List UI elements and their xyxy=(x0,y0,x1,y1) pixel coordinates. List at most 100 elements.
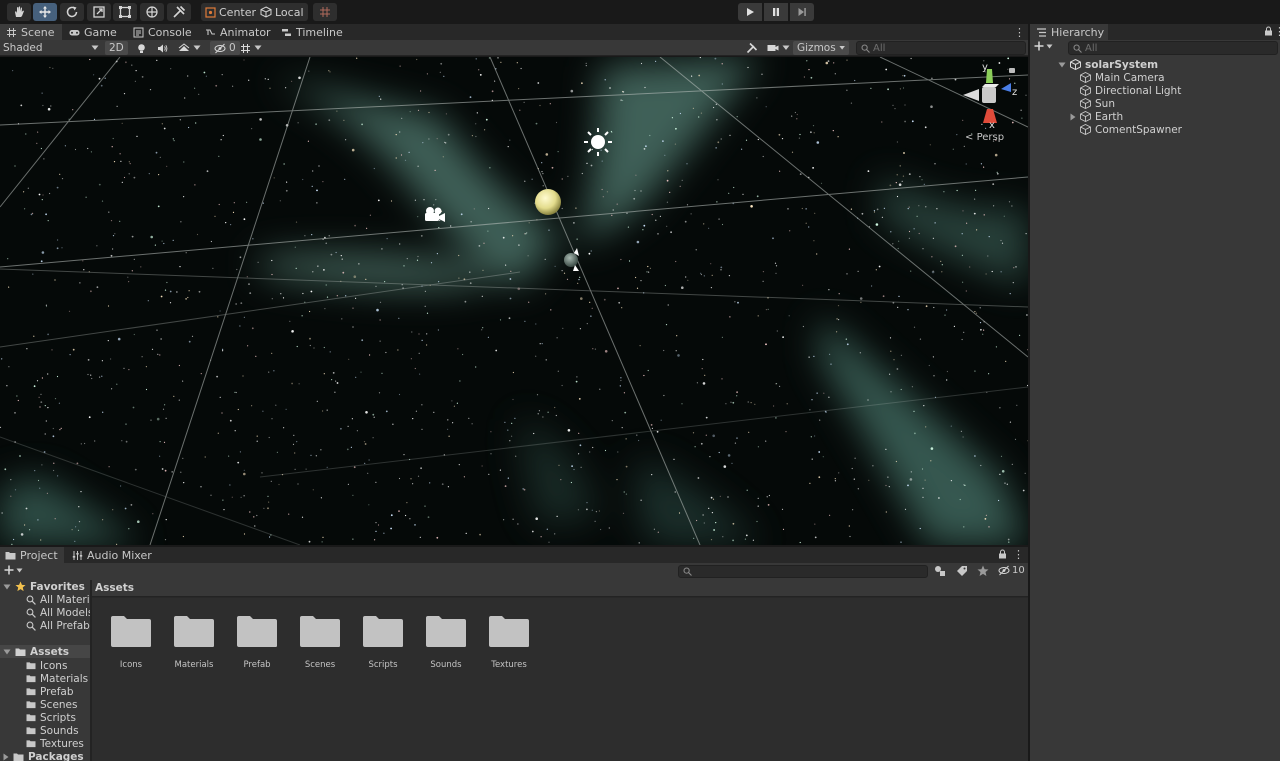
scene-root-row[interactable]: solarSystem xyxy=(1058,58,1158,71)
favorite-button[interactable] xyxy=(977,565,989,577)
hierarchy-item-label: Earth xyxy=(1095,110,1124,123)
project-search-input[interactable] xyxy=(678,565,928,578)
tab-game[interactable]: Game xyxy=(69,24,117,40)
star xyxy=(1007,57,1010,60)
audio-toggle[interactable] xyxy=(157,41,168,55)
star xyxy=(721,378,723,380)
asset-folder[interactable]: Icons xyxy=(108,614,154,670)
tab-console[interactable]: Console xyxy=(133,24,192,40)
star xyxy=(4,468,7,471)
asset-folder[interactable]: Textures xyxy=(486,614,532,670)
lighting-toggle[interactable] xyxy=(136,41,147,55)
transform-tool-button[interactable] xyxy=(140,3,164,21)
star xyxy=(624,411,627,414)
tab-scene[interactable]: Scene xyxy=(0,24,62,40)
star xyxy=(851,467,853,470)
folder-icon xyxy=(26,688,36,696)
custom-tool-button[interactable] xyxy=(167,3,191,21)
hierarchy-item-main-camera[interactable]: Main Camera xyxy=(1080,71,1165,84)
project-menu-button[interactable]: ⋮ xyxy=(1013,548,1024,561)
main-toolbar: Center Local xyxy=(0,0,1280,24)
hidden-packages-toggle[interactable]: 10 xyxy=(998,565,1025,576)
rotate-tool-button[interactable] xyxy=(60,3,84,21)
hierarchy-search-input[interactable]: All xyxy=(1068,41,1278,55)
star xyxy=(932,237,935,239)
tab-hierarchy[interactable]: Hierarchy xyxy=(1030,24,1108,40)
tree-favorites[interactable]: Favorites xyxy=(3,580,85,593)
tab-project[interactable]: Project xyxy=(0,547,64,563)
tab-audio-mixer[interactable]: Audio Mixer xyxy=(72,547,152,563)
play-button[interactable] xyxy=(738,3,762,21)
chevron-down-icon xyxy=(91,45,99,50)
grid-toggle[interactable] xyxy=(240,41,262,55)
pause-button[interactable] xyxy=(764,3,788,21)
asset-folder[interactable]: Scripts xyxy=(360,614,406,670)
scale-tool-button[interactable] xyxy=(87,3,111,21)
scene-tools-button[interactable] xyxy=(746,41,758,55)
star xyxy=(312,170,314,172)
scene-panel-menu-button[interactable]: ⋮ xyxy=(1014,26,1025,39)
tree-folder[interactable]: Sounds xyxy=(26,724,79,737)
tree-folder[interactable]: Scripts xyxy=(26,711,76,724)
hierarchy-item-sun[interactable]: Sun xyxy=(1080,97,1115,110)
lock-button[interactable] xyxy=(1264,26,1273,36)
star xyxy=(218,203,220,206)
projection-label[interactable]: < Persp xyxy=(965,132,1004,143)
tree-favorite-item[interactable]: All Models xyxy=(26,606,90,619)
2d-toggle-button[interactable]: 2D xyxy=(105,41,128,55)
tree-folder[interactable]: Textures xyxy=(26,737,84,750)
hierarchy-item-directional-light[interactable]: Directional Light xyxy=(1080,84,1181,97)
hierarchy-item-coment-spawner[interactable]: ComentSpawner xyxy=(1080,123,1182,136)
breadcrumb-assets[interactable]: Assets xyxy=(95,582,134,594)
tab-animator[interactable]: Animator xyxy=(205,24,271,40)
tree-folder[interactable]: Scenes xyxy=(26,698,77,711)
create-button[interactable] xyxy=(1034,41,1053,51)
star xyxy=(345,295,347,297)
tree-packages[interactable]: Packages xyxy=(3,750,84,761)
gizmos-dropdown[interactable]: Gizmos xyxy=(793,41,849,55)
tree-folder[interactable]: Icons xyxy=(26,659,67,672)
star xyxy=(25,507,28,510)
star xyxy=(1014,438,1017,440)
star xyxy=(903,152,905,154)
star xyxy=(136,135,138,137)
tree-folder[interactable]: Prefab xyxy=(26,685,74,698)
pivot-center-toggle[interactable]: Center xyxy=(201,3,261,21)
asset-folder[interactable]: Prefab xyxy=(234,614,280,670)
star xyxy=(462,353,464,356)
hand-tool-button[interactable] xyxy=(7,3,31,21)
search-by-type-button[interactable] xyxy=(934,565,946,577)
asset-folder[interactable]: Materials xyxy=(171,614,217,670)
star xyxy=(965,290,967,292)
move-tool-button[interactable] xyxy=(33,3,57,21)
tree-favorite-item[interactable]: All Prefabs xyxy=(26,619,90,632)
star xyxy=(928,364,930,367)
scene-viewport[interactable]: y z x < Persp xyxy=(0,57,1028,545)
collapse-arrow-icon[interactable] xyxy=(1070,113,1076,121)
tree-assets[interactable]: Assets xyxy=(0,645,90,658)
snap-grid-button[interactable] xyxy=(313,3,337,21)
lock-button[interactable] xyxy=(998,549,1007,559)
effects-toggle[interactable] xyxy=(178,41,201,55)
hierarchy-item-earth[interactable]: Earth xyxy=(1070,110,1123,123)
tree-folder[interactable]: Materials xyxy=(26,672,88,685)
asset-folder[interactable]: Scenes xyxy=(297,614,343,670)
step-button[interactable] xyxy=(790,3,814,21)
tree-favorite-item[interactable]: All Materia xyxy=(26,593,90,606)
star xyxy=(191,335,194,337)
star xyxy=(635,174,637,176)
scene-visibility-toggle[interactable]: 0 xyxy=(210,41,240,55)
search-by-label-button[interactable] xyxy=(956,565,968,577)
asset-folder[interactable]: Sounds xyxy=(423,614,469,670)
camera-settings-button[interactable] xyxy=(767,41,790,55)
create-asset-button[interactable] xyxy=(4,565,23,575)
draw-mode-dropdown[interactable]: Shaded xyxy=(3,41,99,55)
scene-search-input[interactable]: All xyxy=(856,41,1026,55)
rect-tool-button[interactable] xyxy=(113,3,137,21)
pivot-space-toggle[interactable]: Local xyxy=(256,3,308,21)
orientation-gizmo[interactable]: y z x < Persp xyxy=(955,62,1025,145)
star xyxy=(128,173,130,175)
star xyxy=(369,354,371,356)
tab-timeline[interactable]: Timeline xyxy=(281,24,343,40)
hierarchy-menu-button[interactable]: ⋮ xyxy=(1274,25,1280,38)
